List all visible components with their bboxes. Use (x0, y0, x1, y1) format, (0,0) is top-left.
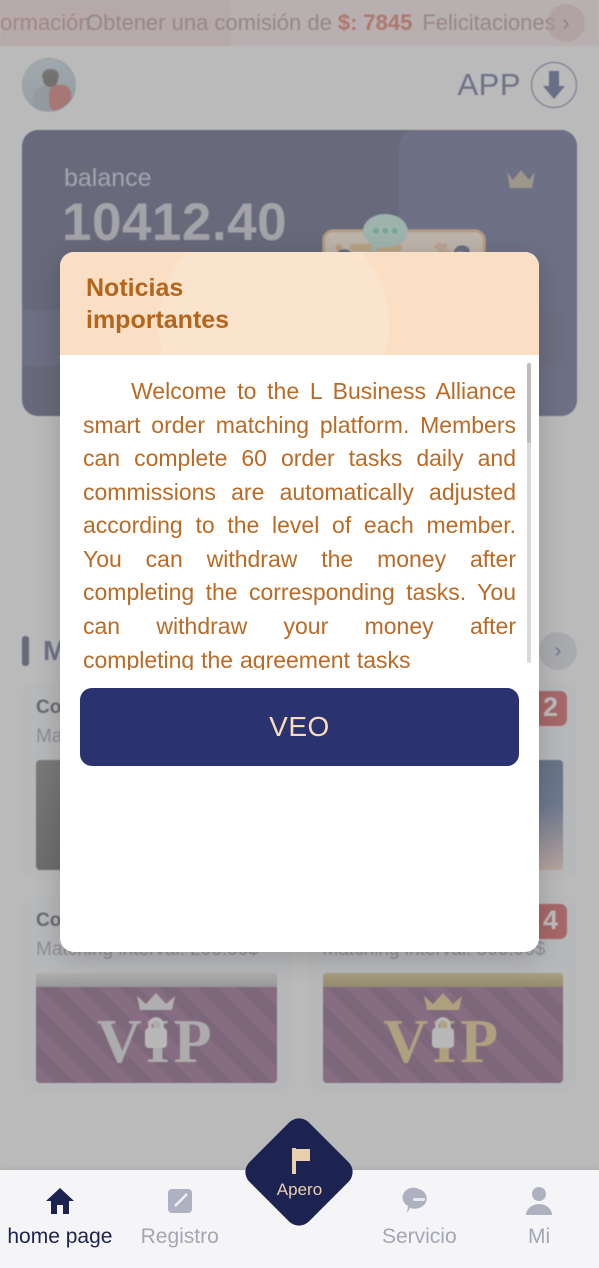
nav-label: Registro (140, 1225, 219, 1248)
avatar[interactable] (22, 58, 76, 112)
balance-amount: 10412.40 (62, 193, 288, 252)
bottom-navigation: home page Registro Apero Servicio Mi (0, 1112, 599, 1268)
avatar-backpack (49, 85, 71, 111)
chat-support-icon (402, 1187, 428, 1213)
marquee-prefix: Obtener una comisión de (86, 10, 332, 35)
balance-label: balance (64, 164, 152, 192)
app-download-button[interactable]: APP (457, 62, 577, 108)
page-header: APP (0, 46, 599, 124)
lock-icon (431, 1017, 454, 1048)
dialog-header: Noticias importantes (60, 252, 539, 355)
dialog-body[interactable]: Welcome to the L Business Alliance smart… (60, 355, 539, 670)
app-label: APP (457, 67, 521, 102)
download-arrow-icon (531, 62, 577, 108)
crown-icon (137, 993, 176, 1010)
card-image: VIP (36, 973, 277, 1083)
sidebar-item-apero[interactable]: Apero (240, 1112, 360, 1232)
chevron-right-icon[interactable]: › (547, 4, 585, 42)
dialog-title: Noticias importantes (86, 274, 230, 334)
center-action-content: Apero (257, 1130, 341, 1214)
scrollbar[interactable] (527, 363, 531, 663)
nav-label: Apero (276, 1180, 323, 1199)
person-icon (526, 1187, 553, 1215)
nav-label: home page (7, 1225, 113, 1248)
sidebar-item-home[interactable]: home page (0, 1170, 120, 1249)
dialog-message: Welcome to the L Business Alliance smart… (83, 378, 516, 670)
marquee-amount: 7845 (363, 10, 413, 35)
marquee-text: Obtener una comisión de $: 7845 Felicita… (86, 0, 556, 46)
sidebar-item-registro[interactable]: Registro (120, 1170, 240, 1249)
announcement-marquee[interactable]: formación Obtener una comisión de $: 784… (0, 0, 599, 46)
confirm-button[interactable]: VEO (80, 688, 519, 766)
card-image: VIP (322, 973, 563, 1083)
chevron-right-icon[interactable]: › (539, 632, 577, 670)
lock-icon (145, 1017, 168, 1048)
vip-badge-level: 2 (542, 692, 558, 722)
section-accent-bar (22, 636, 29, 666)
record-icon (167, 1189, 192, 1213)
important-news-dialog: Noticias importantes Welcome to the L Bus… (60, 252, 539, 952)
app-root: formación Obtener una comisión de $: 784… (0, 0, 599, 1268)
crown-icon (423, 993, 462, 1010)
sidebar-item-mi[interactable]: Mi (479, 1170, 599, 1249)
crown-icon (507, 170, 535, 188)
nav-label: Servicio (381, 1225, 457, 1248)
home-icon (45, 1188, 74, 1214)
sidebar-item-servicio[interactable]: Servicio (359, 1170, 479, 1249)
scrollbar-thumb[interactable] (527, 363, 531, 443)
marquee-currency: $: (337, 10, 358, 35)
marquee-suffix: Felicitaciones (422, 10, 556, 35)
vip-badge-level: 4 (542, 905, 558, 935)
flag-icon (292, 1148, 311, 1174)
nav-label: Mi (528, 1225, 551, 1248)
